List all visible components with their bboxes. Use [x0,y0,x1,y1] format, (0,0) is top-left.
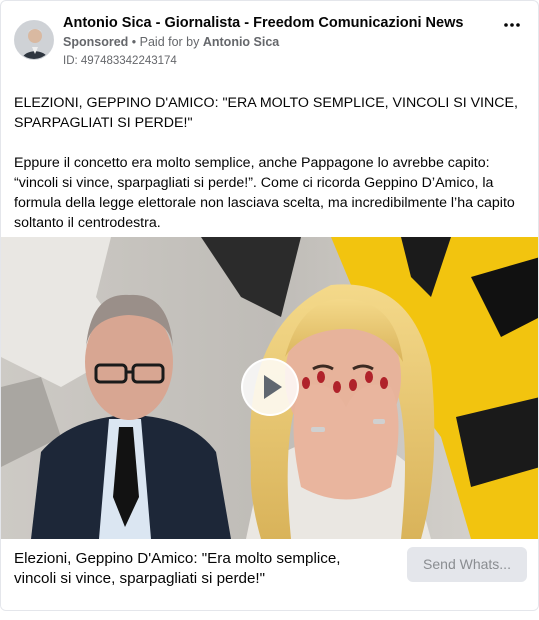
paid-for-prefix: Paid for by [139,35,203,49]
page-name-link[interactable]: Antonio Sica - Giornalista - Freedom Com… [63,15,463,31]
play-icon [264,375,282,399]
send-whatsapp-button[interactable]: Send Whats... [407,547,527,582]
post-paragraph: Eppure il concetto era molto semplice, a… [14,155,515,231]
post-header: Antonio Sica - Giornalista - Freedom Com… [14,15,528,75]
sponsored-label: Sponsored [63,35,129,49]
avatar[interactable] [14,20,54,60]
post-body: ELEZIONI, GEPPINO D'AMICO: "ERA MOLTO SE… [14,93,526,253]
avatar-photo-icon [15,21,53,59]
link-footer[interactable]: Elezioni, Geppino D'Amico: "Era molto se… [1,539,538,610]
sponsored-meta: Sponsored • Paid for by Antonio Sica [63,35,279,49]
post-headline: ELEZIONI, GEPPINO D'AMICO: "ERA MOLTO SE… [14,95,518,131]
play-button[interactable] [241,358,299,416]
ad-id: ID: 497483342243174 [63,55,177,67]
meta-separator: • [128,35,140,49]
ad-card: Antonio Sica - Giornalista - Freedom Com… [0,0,539,611]
more-options-icon[interactable] [498,15,526,35]
ellipsis-icon [504,23,520,27]
link-title[interactable]: Elezioni, Geppino D'Amico: "Era molto se… [14,549,384,589]
paid-for-name: Antonio Sica [202,35,280,49]
